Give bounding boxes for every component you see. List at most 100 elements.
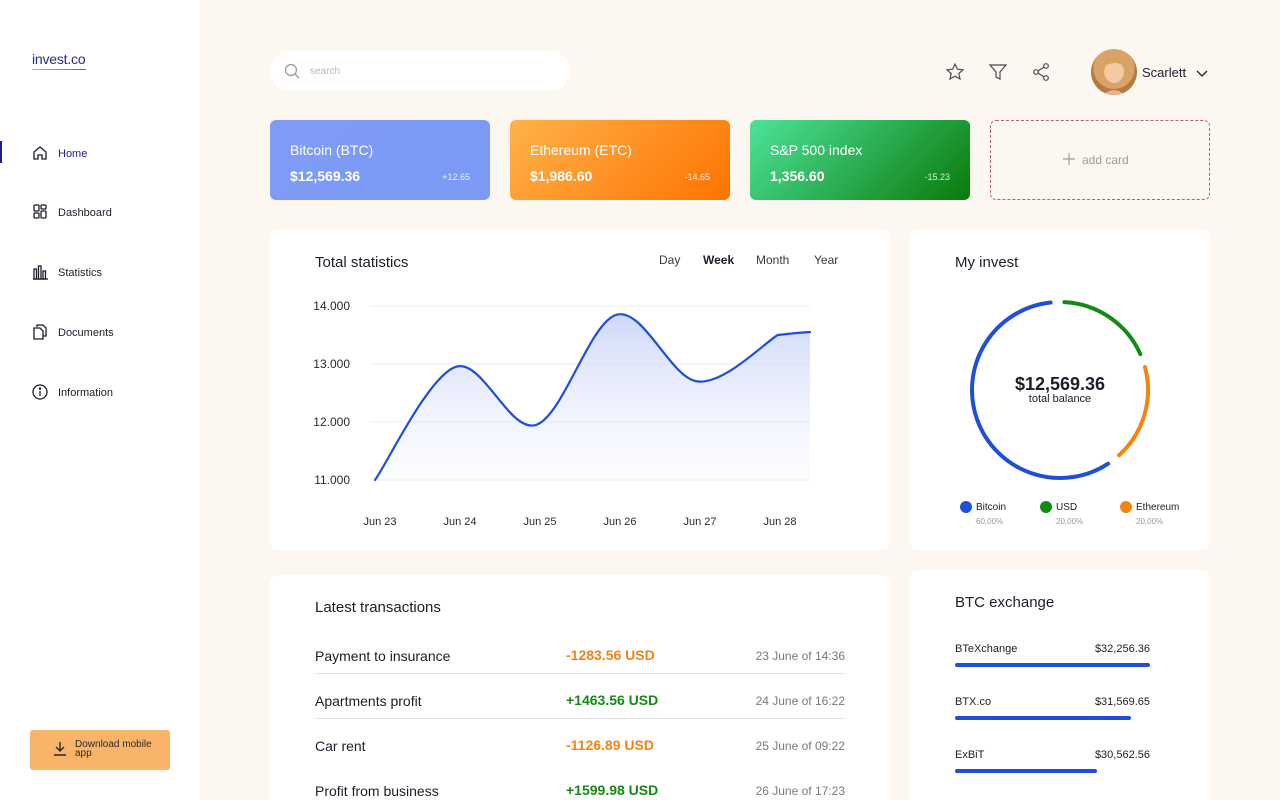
documents-icon	[33, 324, 47, 340]
exchange-value: $31,569.65	[1094, 696, 1150, 708]
transaction-date: 24 June of 16:22	[755, 694, 845, 708]
invest-donut-chart	[970, 300, 1150, 480]
transaction-description: Car rent	[315, 738, 366, 754]
balance-center: $12,569.36 total balance	[970, 374, 1150, 405]
row-divider	[315, 673, 845, 674]
sidebar-item-label: Home	[58, 148, 88, 160]
table-row[interactable]: Profit from business +1599.98 USD 26 Jun…	[315, 775, 845, 800]
exchange-bar	[955, 769, 1098, 773]
logo-text: invest.co	[32, 51, 86, 67]
transaction-date: 23 June of 14:36	[755, 649, 845, 663]
table-row[interactable]: Payment to insurance -1283.56 USD 23 Jun…	[315, 640, 845, 674]
total-balance-label: total balance	[1028, 393, 1092, 405]
transactions-panel: Latest transactions Payment to insurance…	[270, 575, 890, 800]
legend-name: USD	[1056, 502, 1078, 513]
search-input[interactable]	[310, 62, 550, 80]
asset-title: S&P 500 index	[770, 142, 863, 158]
exchange-value: $32,256.36	[1094, 643, 1150, 655]
search-bar	[270, 51, 570, 91]
y-tick-label: 13.000	[313, 357, 350, 371]
sidebar-item-information[interactable]: Information	[0, 378, 200, 408]
y-tick-label: 12.000	[313, 415, 350, 429]
statistics-chart: 14.000 13.000 12.000 11.000 Jun 23 Jun 24 Jun …	[313, 299, 812, 528]
exchange-name: BTX.co	[955, 696, 992, 708]
chevron-down-icon	[1196, 70, 1208, 77]
y-tick-label: 14.000	[313, 299, 350, 313]
asset-change: -15.23	[924, 172, 950, 182]
asset-card-ethereum[interactable]: Ethereum (ETC) $1,986.60 -14.65	[510, 120, 730, 200]
info-icon	[32, 384, 48, 400]
asset-card-bitcoin[interactable]: Bitcoin (BTC) $12,569.36 +12.65	[270, 120, 490, 200]
exchange-panel: BTC exchange BTeXchange $32,256.36 BTX.c…	[910, 570, 1210, 800]
y-tick-label: 11.000	[314, 473, 350, 487]
sidebar-item-statistics[interactable]: Statistics	[0, 258, 200, 288]
total-balance-value: $12,569.36	[1014, 374, 1106, 394]
transaction-amount: -1283.56 USD	[566, 647, 655, 663]
table-row[interactable]: Car rent -1126.89 USD 25 June of 09:22	[315, 730, 845, 764]
sidebar-item-documents[interactable]: Documents	[0, 318, 200, 348]
search-icon	[284, 63, 300, 79]
statistics-panel: Total statistics Day Week Month Year 14.…	[270, 230, 890, 550]
transaction-description: Profit from business	[315, 783, 439, 799]
transaction-date: 25 June of 09:22	[755, 739, 845, 753]
transaction-amount: +1463.56 USD	[566, 692, 659, 708]
exchange-bar	[955, 663, 1150, 667]
legend-percent: 60,00%	[976, 517, 1004, 526]
asset-card-sp500[interactable]: S&P 500 index 1,356.60 -15.23	[750, 120, 970, 200]
invest-panel: My invest $12,569.36 total balance Bitco…	[910, 230, 1210, 550]
sidebar-item-label: Statistics	[58, 267, 103, 279]
download-icon	[54, 742, 66, 756]
legend-percent: 20,00%	[1136, 517, 1164, 526]
asset-title: Ethereum (ETC)	[530, 142, 632, 158]
sidebar-item-dashboard[interactable]: Dashboard	[0, 198, 200, 228]
exchange-row[interactable]: BTX.co $31,569.65	[955, 696, 1150, 726]
exchange-value: $30,562.56	[1094, 749, 1150, 761]
exchange-bar	[955, 716, 1131, 720]
x-tick-label: Jun 25	[523, 516, 556, 528]
table-row[interactable]: Apartments profit +1463.56 USD 24 June o…	[315, 685, 845, 719]
user-menu[interactable]: Scarlett	[1091, 49, 1211, 95]
add-card-button[interactable]: add card	[990, 120, 1210, 200]
legend-name: Ethereum	[1136, 502, 1180, 513]
plus-icon	[1063, 153, 1075, 165]
dashboard-icon	[33, 204, 47, 219]
transaction-date: 26 June of 17:23	[755, 784, 845, 798]
sidebar: invest.co Home Dashboard Statistics Docu…	[0, 0, 200, 800]
download-app-label: Download mobile app	[75, 739, 152, 759]
exchange-row[interactable]: BTeXchange $32,256.36	[955, 643, 1150, 673]
exchange-row[interactable]: ExBiT $30,562.56	[955, 749, 1150, 779]
sidebar-item-home[interactable]: Home	[0, 139, 200, 169]
logo-underline	[32, 69, 86, 70]
avatar	[1091, 49, 1137, 95]
transaction-amount: +1599.98 USD	[566, 782, 659, 798]
star-icon[interactable]	[945, 62, 965, 82]
legend-dot	[1120, 501, 1132, 513]
home-icon	[33, 146, 47, 160]
asset-price: 1,356.60	[770, 168, 825, 184]
legend-name: Bitcoin	[976, 502, 1007, 513]
sidebar-item-label: Information	[58, 387, 114, 399]
legend-dot	[1040, 501, 1052, 513]
logo[interactable]: invest.co	[32, 51, 86, 70]
x-tick-label: Jun 28	[763, 516, 796, 528]
exchange-title: BTC exchange	[955, 594, 1055, 611]
asset-change: -14.65	[684, 172, 710, 182]
asset-price: $1,986.60	[530, 168, 593, 184]
filter-icon[interactable]	[988, 62, 1008, 82]
x-tick-label: Jun 27	[683, 516, 716, 528]
legend-percent: 20,00%	[1056, 517, 1084, 526]
add-card-label: add card	[1082, 153, 1129, 167]
share-icon[interactable]	[1031, 62, 1051, 82]
asset-change: +12.65	[442, 172, 470, 182]
asset-price: $12,569.36	[290, 168, 361, 184]
transactions-title: Latest transactions	[315, 599, 441, 616]
avatar-image	[1100, 57, 1128, 95]
statistics-icon	[33, 265, 48, 280]
sidebar-item-label: Dashboard	[58, 207, 112, 219]
download-app-button[interactable]: Download mobile app	[30, 730, 170, 770]
user-name: Scarlett	[1142, 65, 1187, 80]
x-tick-label: Jun 23	[363, 516, 396, 528]
transaction-description: Apartments profit	[315, 693, 422, 709]
transaction-description: Payment to insurance	[315, 648, 451, 664]
transaction-amount: -1126.89 USD	[566, 737, 654, 753]
